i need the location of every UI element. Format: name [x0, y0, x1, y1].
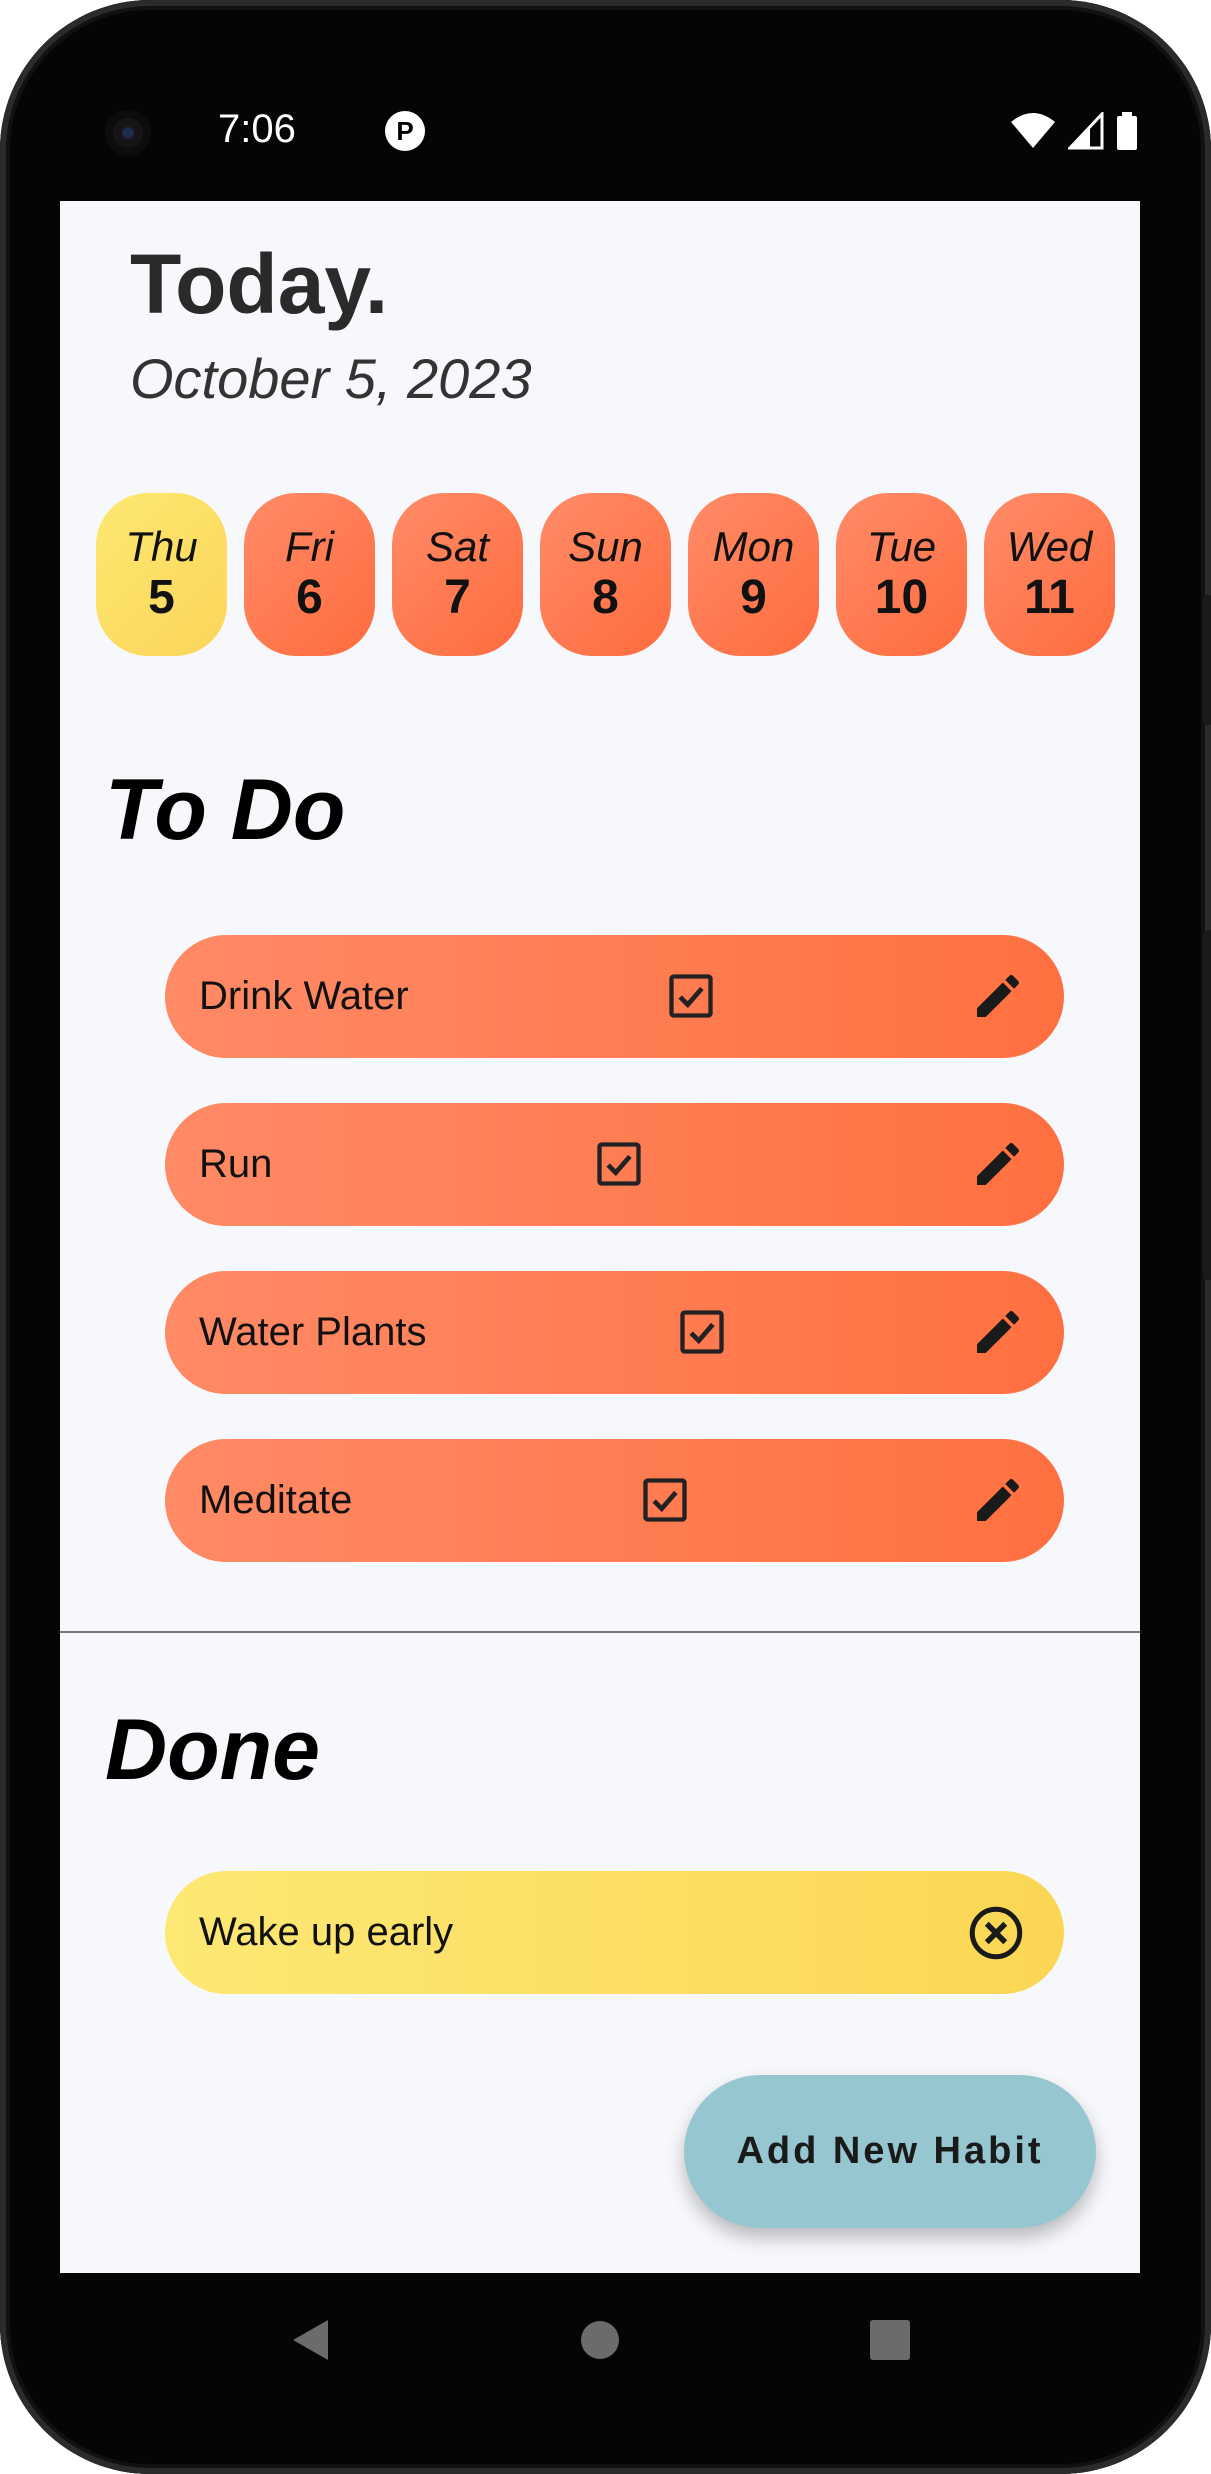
day-name: Tue [866, 522, 937, 570]
habit-item-meditate[interactable]: Meditate [165, 1439, 1064, 1562]
system-navigation-bar [60, 2290, 1140, 2390]
day-name: Sun [568, 522, 643, 570]
edit-pencil-icon[interactable] [970, 1304, 1026, 1360]
habit-item-run[interactable]: Run [165, 1103, 1064, 1226]
habit-name: Drink Water [199, 974, 409, 1018]
habit-name: Meditate [199, 1478, 353, 1522]
power-button [1203, 595, 1211, 725]
todo-list: Drink Water Run Water Plants Meditate [165, 935, 1064, 1607]
habit-item-water-plants[interactable]: Water Plants [165, 1271, 1064, 1394]
checkbox-icon[interactable] [639, 1474, 691, 1526]
day-chip-wed[interactable]: Wed 11 [984, 493, 1115, 656]
day-name: Mon [712, 522, 795, 570]
checkbox-icon[interactable] [676, 1306, 728, 1358]
day-name: Sat [425, 522, 490, 570]
section-divider [60, 1631, 1140, 1633]
notification-icon: P [385, 111, 425, 151]
day-name: Fri [285, 522, 334, 570]
habit-name: Wake up early [199, 1910, 454, 1954]
day-number: 5 [148, 571, 175, 624]
back-icon[interactable] [260, 2290, 360, 2390]
status-bar: 7:06 P [60, 95, 1150, 175]
habit-name: Water Plants [199, 1310, 427, 1354]
done-section-title: Done [105, 1702, 320, 1798]
recents-icon[interactable] [840, 2290, 940, 2390]
day-name: Wed [1006, 522, 1093, 570]
todo-section-title: To Do [105, 762, 346, 858]
phone-frame: 7:06 P Today. October 5, 2023 Thu 5 Fri … [0, 0, 1211, 2474]
day-number: 8 [592, 571, 619, 624]
status-time: 7:06 [218, 107, 296, 151]
habit-name: Run [199, 1142, 273, 1186]
battery-icon [1117, 112, 1137, 150]
day-number: 7 [444, 571, 471, 624]
edit-pencil-icon[interactable] [970, 1472, 1026, 1528]
day-chip-fri[interactable]: Fri 6 [244, 493, 375, 656]
system-icons [1010, 109, 1138, 153]
app-screen: Today. October 5, 2023 Thu 5 Fri 6 Sat 7… [60, 201, 1140, 2273]
add-new-habit-button[interactable]: Add New Habit [684, 2075, 1096, 2228]
day-number: 6 [296, 571, 323, 624]
habit-item-wake-up-early[interactable]: Wake up early [165, 1871, 1064, 1994]
day-number: 11 [1024, 571, 1075, 624]
camera-icon [105, 110, 151, 156]
day-chip-sat[interactable]: Sat 7 [392, 493, 523, 656]
checkbox-icon[interactable] [665, 970, 717, 1022]
day-name: Thu [125, 522, 198, 570]
day-chip-mon[interactable]: Mon 9 [688, 493, 819, 656]
edit-pencil-icon[interactable] [970, 968, 1026, 1024]
done-list: Wake up early [165, 1871, 1064, 2039]
day-number: 9 [740, 571, 767, 624]
edit-pencil-icon[interactable] [970, 1136, 1026, 1192]
week-day-selector: Thu 5 Fri 6 Sat 7 Sun 8 Mon 9 Tue 10 Wed… [96, 493, 1115, 656]
day-chip-thu[interactable]: Thu 5 [96, 493, 227, 656]
home-icon[interactable] [550, 2290, 650, 2390]
day-chip-sun[interactable]: Sun 8 [540, 493, 671, 656]
cancel-circle-icon[interactable] [966, 1903, 1026, 1963]
checkbox-icon[interactable] [593, 1138, 645, 1190]
day-chip-tue[interactable]: Tue 10 [836, 493, 967, 656]
wifi-icon [1011, 113, 1055, 148]
current-date: October 5, 2023 [130, 347, 532, 410]
volume-button [1203, 930, 1211, 1280]
signal-icon [1068, 112, 1104, 150]
page-title: Today. [130, 237, 389, 331]
day-number: 10 [874, 571, 929, 624]
habit-item-drink-water[interactable]: Drink Water [165, 935, 1064, 1058]
